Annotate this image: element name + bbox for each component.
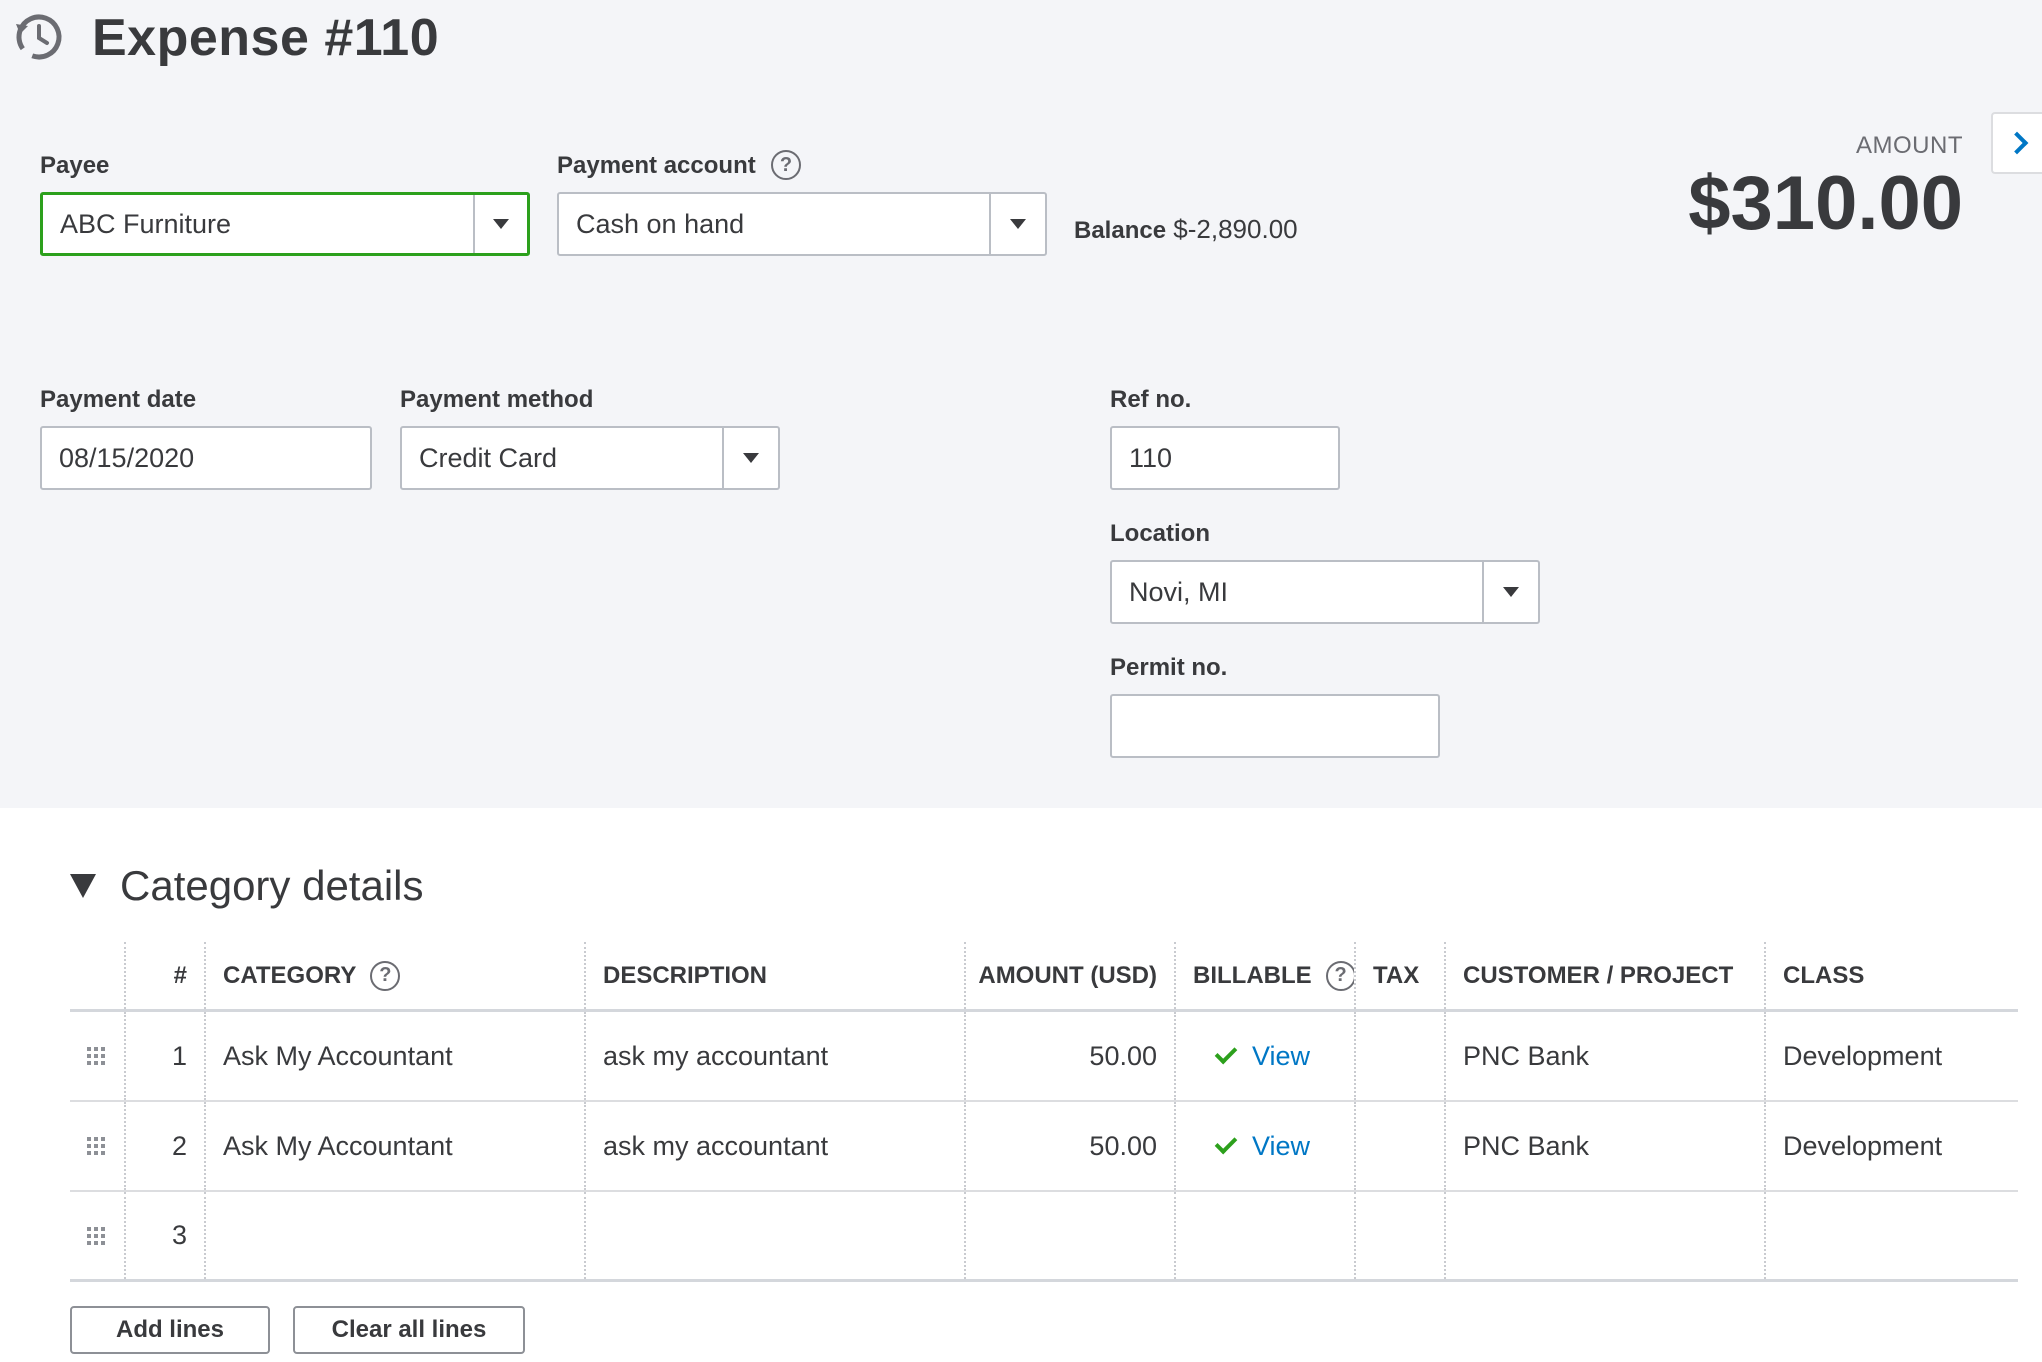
payment-method-dropdown-button[interactable]	[722, 428, 778, 488]
header-customer-project: CUSTOMER / PROJECT	[1446, 942, 1766, 1009]
chevron-right-icon	[2005, 131, 2028, 155]
row-class[interactable]	[1766, 1192, 2018, 1279]
caret-down-icon	[1503, 587, 1519, 597]
row-amount[interactable]: 50.00	[966, 1102, 1176, 1190]
category-details-toggle[interactable]: Category details	[70, 862, 424, 910]
add-lines-button[interactable]: Add lines	[70, 1306, 270, 1354]
payment-account-value: Cash on hand	[576, 208, 745, 239]
caret-down-icon	[743, 453, 759, 463]
header-description: DESCRIPTION	[586, 942, 966, 1009]
amount-total: $310.00	[1688, 161, 1963, 246]
row-customer-project[interactable]	[1446, 1192, 1766, 1279]
payment-method-value: Credit Card	[419, 442, 558, 473]
location-select[interactable]: Novi, MI	[1110, 560, 1540, 624]
checkmark-icon	[1214, 1131, 1238, 1155]
caret-down-icon	[493, 219, 509, 229]
billable-view-link[interactable]: View	[1252, 1131, 1310, 1162]
row-billable[interactable]	[1176, 1192, 1356, 1279]
header-num: #	[126, 942, 206, 1009]
row-category[interactable]	[206, 1192, 586, 1279]
header-amount: AMOUNT (USD)	[966, 942, 1176, 1009]
drag-handle-icon[interactable]	[70, 1102, 126, 1190]
location-dropdown-button[interactable]	[1482, 562, 1538, 622]
payment-date-value: 08/15/2020	[59, 442, 195, 473]
row-number: 3	[126, 1192, 206, 1279]
question-circle-icon[interactable]: ?	[1325, 960, 1354, 991]
table-row[interactable]: 3	[70, 1192, 2018, 1282]
payee-label: Payee	[40, 152, 110, 179]
row-number: 2	[126, 1102, 206, 1190]
caret-down-icon	[1010, 219, 1026, 229]
row-billable[interactable]: View	[1176, 1012, 1356, 1100]
payment-account-label: Payment account	[557, 152, 756, 179]
ref-no-input[interactable]: 110	[1110, 426, 1340, 490]
payee-select[interactable]: ABC Furniture	[40, 192, 530, 256]
question-circle-icon[interactable]: ?	[370, 960, 401, 991]
row-class[interactable]: Development	[1766, 1012, 2018, 1100]
header-drag-cell	[70, 942, 126, 1009]
location-value: Novi, MI	[1129, 576, 1229, 607]
payment-method-label: Payment method	[400, 386, 594, 413]
payment-account-dropdown-button[interactable]	[989, 194, 1045, 254]
row-number: 1	[126, 1012, 206, 1100]
clear-all-lines-button[interactable]: Clear all lines	[293, 1306, 525, 1354]
payment-date-label: Payment date	[40, 386, 197, 413]
balance-value: $-2,890.00	[1173, 214, 1298, 244]
location-label: Location	[1110, 520, 1210, 547]
header-tax: TAX	[1356, 942, 1446, 1009]
page-title: Expense #110	[92, 9, 440, 67]
checkmark-icon	[1214, 1041, 1238, 1065]
drag-handle-icon[interactable]	[70, 1192, 126, 1279]
drag-handle-icon[interactable]	[70, 1012, 126, 1100]
header-billable-label: BILLABLE	[1193, 961, 1312, 989]
payee-value: ABC Furniture	[60, 208, 232, 239]
row-category[interactable]: Ask My Accountant	[206, 1012, 586, 1100]
row-category[interactable]: Ask My Accountant	[206, 1102, 586, 1190]
triangle-down-icon	[70, 874, 96, 898]
payee-dropdown-button[interactable]	[473, 195, 527, 253]
transaction-header-panel: Expense #110 Payee ABC Furniture Payment…	[0, 0, 2042, 808]
row-customer-project[interactable]: PNC Bank	[1446, 1102, 1766, 1190]
row-amount[interactable]: 50.00	[966, 1012, 1176, 1100]
row-description[interactable]: ask my accountant	[586, 1102, 966, 1190]
history-clock-icon[interactable]	[14, 12, 64, 62]
question-circle-icon[interactable]: ?	[771, 150, 801, 180]
expand-panel-button[interactable]	[1991, 112, 2042, 174]
billable-view-link[interactable]: View	[1252, 1041, 1310, 1072]
row-tax[interactable]	[1356, 1012, 1446, 1100]
row-description[interactable]: ask my accountant	[586, 1012, 966, 1100]
row-description[interactable]	[586, 1192, 966, 1279]
header-category-label: CATEGORY	[223, 961, 357, 989]
balance-display: Balance $-2,890.00	[1074, 214, 1298, 245]
payment-method-select[interactable]: Credit Card	[400, 426, 780, 490]
header-class: CLASS	[1783, 961, 1865, 989]
permit-no-input[interactable]	[1110, 694, 1440, 758]
row-class[interactable]: Development	[1766, 1102, 2018, 1190]
payment-account-select[interactable]: Cash on hand	[557, 192, 1047, 256]
row-billable[interactable]: View	[1176, 1102, 1356, 1190]
table-row[interactable]: 2 Ask My Accountant ask my accountant 50…	[70, 1102, 2018, 1192]
header-billable: BILLABLE ?	[1176, 942, 1356, 1009]
row-customer-project[interactable]: PNC Bank	[1446, 1012, 1766, 1100]
row-amount[interactable]	[966, 1192, 1176, 1279]
category-details-title: Category details	[120, 862, 424, 909]
row-tax[interactable]	[1356, 1102, 1446, 1190]
ref-no-label: Ref no.	[1110, 386, 1192, 413]
table-header-row: # CATEGORY ? DESCRIPTION AMOUNT (USD) BI…	[70, 942, 2018, 1012]
balance-label: Balance	[1074, 217, 1167, 244]
ref-no-value: 110	[1129, 442, 1173, 473]
amount-label: AMOUNT	[1856, 132, 1963, 159]
payment-date-input[interactable]: 08/15/2020	[40, 426, 372, 490]
permit-no-label: Permit no.	[1110, 654, 1228, 681]
header-category: CATEGORY ?	[206, 942, 586, 1009]
row-tax[interactable]	[1356, 1192, 1446, 1279]
category-details-table: # CATEGORY ? DESCRIPTION AMOUNT (USD) BI…	[70, 942, 2018, 1282]
table-row[interactable]: 1 Ask My Accountant ask my accountant 50…	[70, 1012, 2018, 1102]
